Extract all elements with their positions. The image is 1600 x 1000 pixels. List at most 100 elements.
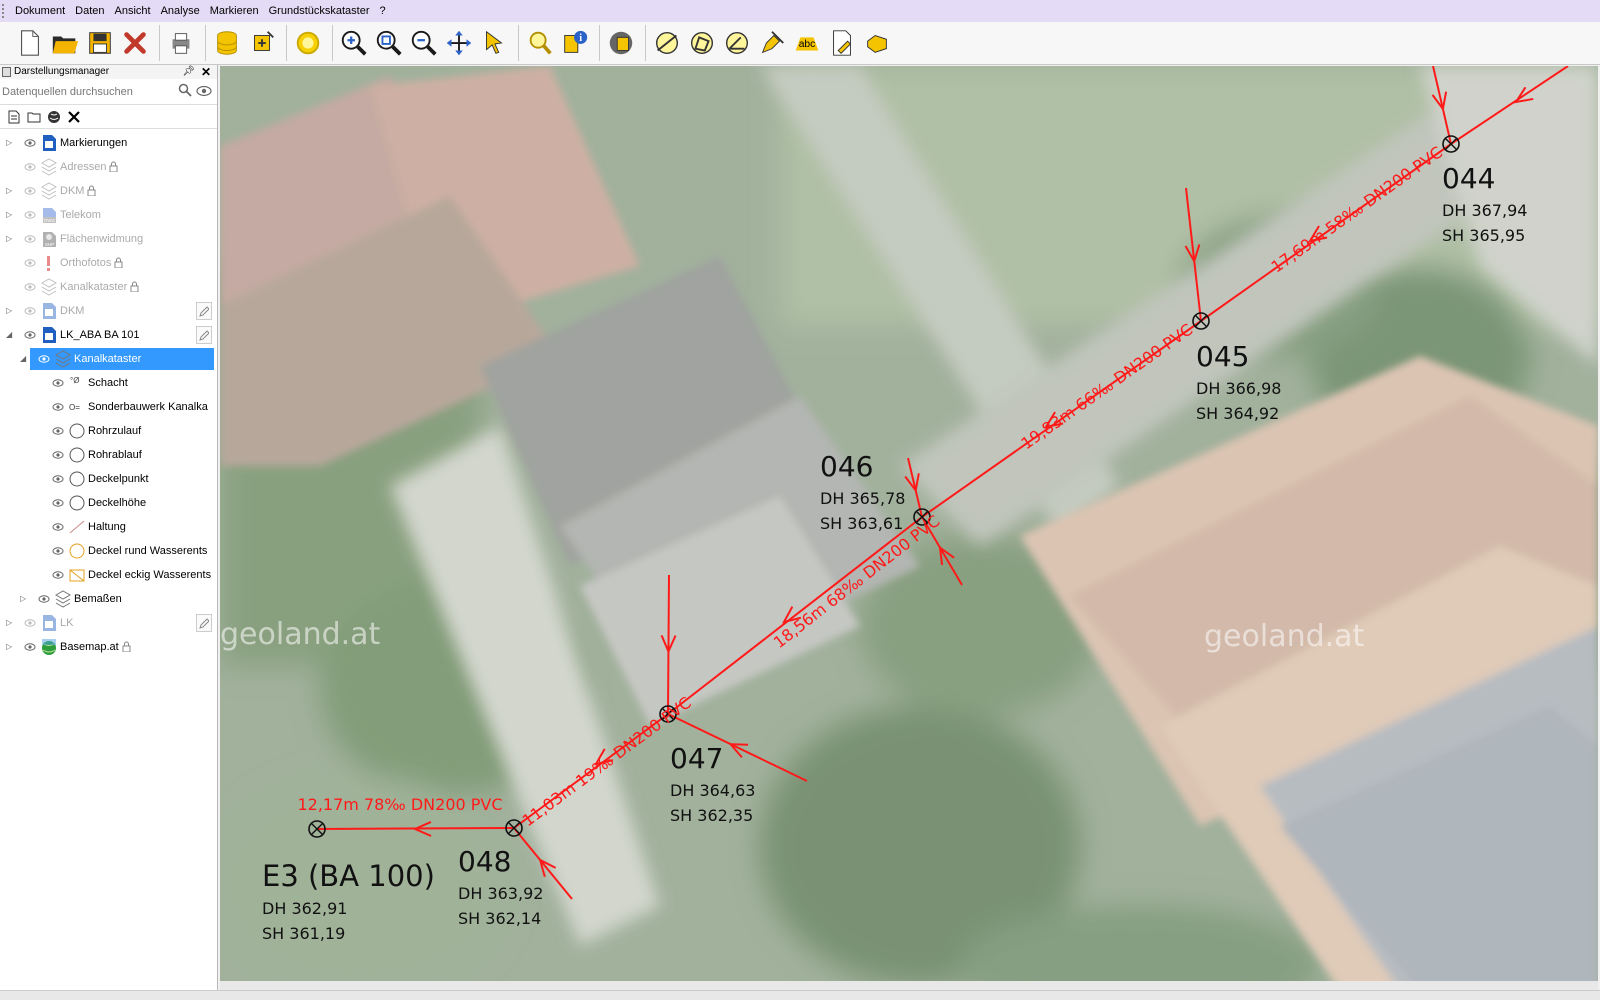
menu-help[interactable]: ?	[375, 0, 391, 22]
text-label-button[interactable]: abc	[791, 27, 823, 59]
menu-markieren[interactable]: Markieren	[205, 0, 264, 22]
visibility-eye-icon[interactable]	[24, 186, 36, 196]
delete-button[interactable]	[119, 27, 151, 59]
layer-row[interactable]: Deckel rund Wasserents	[0, 539, 216, 563]
layer-row[interactable]: ▷ SHP Flächenwidmung	[0, 227, 216, 251]
expand-icon[interactable]: ▷	[6, 635, 12, 659]
edit-layer-button[interactable]	[196, 302, 212, 320]
pin-icon[interactable]: 📌︎	[182, 65, 195, 79]
menu-ansicht[interactable]: Ansicht	[110, 0, 156, 22]
visibility-eye-icon[interactable]	[52, 522, 64, 532]
open-folder-small-icon[interactable]	[24, 107, 44, 127]
measure-distance-button[interactable]	[651, 27, 683, 59]
visibility-eye-icon[interactable]	[38, 354, 50, 364]
highlight-button[interactable]	[292, 27, 324, 59]
layer-label: LK_ABA BA 101	[60, 329, 140, 341]
layer-row[interactable]: ▷ DWG Telekom	[0, 203, 216, 227]
visibility-eye-icon[interactable]	[24, 618, 36, 628]
layer-row[interactable]: ▷ DKM	[0, 299, 216, 323]
zoom-extent-button[interactable]	[373, 27, 405, 59]
edit-layer-button[interactable]	[196, 614, 212, 632]
new-layer-icon[interactable]	[4, 107, 24, 127]
horizontal-scrollbar[interactable]	[220, 981, 1598, 990]
visibility-eye-icon[interactable]	[24, 282, 36, 292]
expand-icon[interactable]: ▷	[20, 587, 26, 611]
map-canvas[interactable]: geoland.at geoland.at 17,69m 58‰ DN200 PV…	[220, 66, 1598, 991]
visibility-eye-icon[interactable]	[24, 162, 36, 172]
search-feature-button[interactable]	[524, 27, 556, 59]
layer-row[interactable]: Deckelpunkt	[0, 467, 216, 491]
layer-row[interactable]: Orthofotos	[0, 251, 216, 275]
visibility-eye-icon[interactable]	[24, 210, 36, 220]
layer-row[interactable]: Deckelhöhe	[0, 491, 216, 515]
visibility-eye-icon[interactable]	[52, 498, 64, 508]
visibility-eye-icon[interactable]	[24, 258, 36, 268]
visibility-eye-icon[interactable]	[52, 546, 64, 556]
add-data-button[interactable]	[246, 27, 278, 59]
remove-layer-icon[interactable]	[64, 107, 84, 127]
document-edit-button[interactable]	[826, 27, 858, 59]
visibility-eye-icon[interactable]	[52, 450, 64, 460]
close-icon[interactable]: ✕	[201, 65, 211, 79]
visibility-eye-icon[interactable]	[52, 402, 64, 412]
expand-icon[interactable]: ▷	[6, 611, 12, 635]
select-arrow-button[interactable]	[478, 27, 510, 59]
visibility-eye-icon[interactable]	[24, 306, 36, 316]
layer-row[interactable]: Adressen	[0, 155, 216, 179]
menu-dokument[interactable]: Dokument	[10, 0, 70, 22]
collapse-icon[interactable]: ◢	[6, 323, 12, 347]
zoom-out-button[interactable]	[408, 27, 440, 59]
layer-row[interactable]: ◢ Kanalkataster	[0, 347, 216, 371]
visibility-eye-icon[interactable]	[52, 378, 64, 388]
menu-daten[interactable]: Daten	[70, 0, 109, 22]
open-folder-button[interactable]	[49, 27, 81, 59]
visibility-eye-icon[interactable]	[24, 234, 36, 244]
layer-row[interactable]: Deckel eckig Wasserents	[0, 563, 216, 587]
info-button[interactable]: i	[559, 27, 591, 59]
visibility-eye-icon[interactable]	[24, 330, 36, 340]
hand-pointer-button[interactable]	[861, 27, 893, 59]
visibility-eye-icon[interactable]	[52, 474, 64, 484]
expand-icon[interactable]: ▷	[6, 131, 12, 155]
expand-icon[interactable]: ▷	[6, 179, 12, 203]
layer-row[interactable]: ▷ Bemaßen	[0, 587, 216, 611]
new-document-button[interactable]	[14, 27, 46, 59]
zoom-in-button[interactable]	[338, 27, 370, 59]
database-button[interactable]	[211, 27, 243, 59]
pan-button[interactable]	[443, 27, 475, 59]
expand-icon[interactable]: ▷	[6, 299, 12, 323]
shp-icon: SHP	[43, 232, 56, 247]
visibility-eye-icon[interactable]	[52, 570, 64, 580]
layer-row[interactable]: ▷ LK	[0, 611, 216, 635]
layer-row[interactable]: ▷ Basemap.at	[0, 635, 216, 659]
expand-icon[interactable]: ▷	[6, 203, 12, 227]
layer-row[interactable]: Kanalkataster	[0, 275, 216, 299]
visibility-eye-icon[interactable]	[24, 642, 36, 652]
visibility-eye-icon[interactable]	[52, 426, 64, 436]
visibility-eye-icon[interactable]	[38, 594, 50, 604]
layer-row[interactable]: Rohrablauf	[0, 443, 216, 467]
expand-icon[interactable]: ▷	[6, 227, 12, 251]
layer-row[interactable]: ▷ Markierungen	[0, 131, 216, 155]
save-button[interactable]	[84, 27, 116, 59]
globe-add-icon[interactable]	[44, 107, 64, 127]
layer-tool-button[interactable]	[605, 27, 637, 59]
datasource-search-input[interactable]	[2, 83, 172, 101]
layer-row[interactable]: Haltung	[0, 515, 216, 539]
measure-angle-button[interactable]	[721, 27, 753, 59]
edit-tool-button[interactable]	[756, 27, 788, 59]
layer-row[interactable]: Rohrzulauf	[0, 419, 216, 443]
print-button[interactable]	[165, 27, 197, 59]
visibility-eye-icon[interactable]	[24, 138, 36, 148]
search-icon[interactable]	[178, 83, 192, 97]
layer-row[interactable]: ▷ DKM	[0, 179, 216, 203]
edit-layer-button[interactable]	[196, 326, 212, 344]
eye-icon[interactable]	[196, 85, 212, 97]
layer-row[interactable]: ◢ LK_ABA BA 101	[0, 323, 216, 347]
collapse-icon[interactable]: ◢	[20, 347, 26, 371]
measure-area-button[interactable]	[686, 27, 718, 59]
menu-analyse[interactable]: Analyse	[156, 0, 205, 22]
menu-grundstueckskataster[interactable]: Grundstückskataster	[264, 0, 375, 22]
layer-row[interactable]: O= Sonderbauwerk Kanalka	[0, 395, 216, 419]
layer-row[interactable]: °Ø Schacht	[0, 371, 216, 395]
